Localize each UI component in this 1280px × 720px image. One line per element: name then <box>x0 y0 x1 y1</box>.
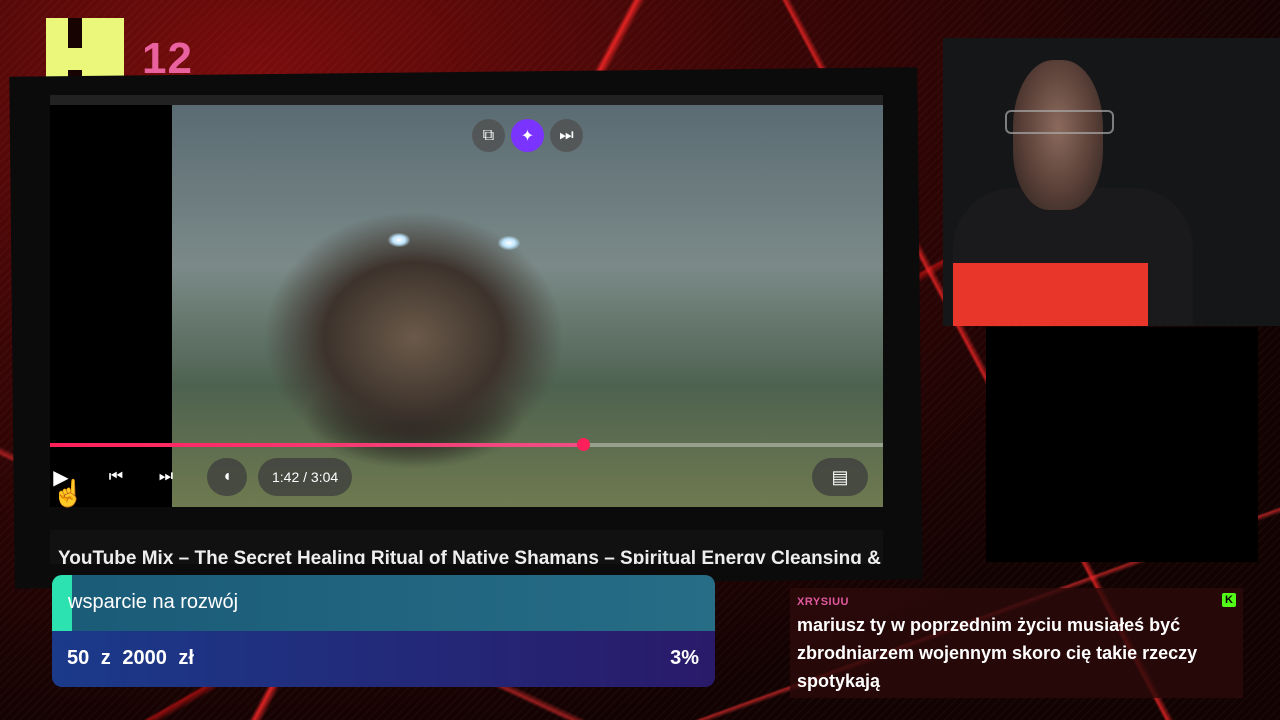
donation-percent: 3% <box>670 647 699 669</box>
hand-cursor-icon: ☝ <box>52 478 85 508</box>
video-progress-fill <box>50 443 584 447</box>
donation-footer: 50 z 2000 zł 3% <box>52 631 715 687</box>
black-panel <box>986 327 1258 562</box>
video-title[interactable]: YouTube Mix – The Secret Healing Ritual … <box>58 548 881 564</box>
subtitles-icon[interactable]: ▤ <box>812 458 868 496</box>
video-overlay-icons: ⧉ ✦ ⏭ <box>472 119 583 152</box>
sparkle-icon[interactable]: ✦ <box>511 119 544 152</box>
webcam-feed <box>943 38 1280 326</box>
chat-message-text: mariusz ty w poprzednim życiu musiałeś b… <box>797 615 1198 691</box>
miniplayer-icon[interactable]: ⧉ <box>472 119 505 152</box>
video-title-bar: YouTube Mix – The Secret Healing Ritual … <box>50 530 883 564</box>
chat-message: XRYSIUU K mariusz ty w poprzednim życiu … <box>790 588 1243 698</box>
streamer-head <box>1013 60 1103 210</box>
donation-header: wsparcie na rozwój <box>52 575 715 631</box>
wolf-eye-left <box>388 233 410 247</box>
donation-amount: 50 z 2000 zł <box>67 647 194 669</box>
kick-badge-icon: K <box>1222 593 1236 607</box>
player-topbar <box>50 95 883 105</box>
next-icon[interactable]: ⏭ <box>154 458 178 496</box>
video-progress-bar[interactable] <box>50 438 883 451</box>
donation-title: wsparcie na rozwój <box>68 591 239 613</box>
video-controls: ▶ ⏮ ⏭ ◖ 1:42 / 3:04 ▤ <box>50 455 883 499</box>
donation-goal-widget: wsparcie na rozwój 50 z 2000 zł 3% <box>52 575 715 687</box>
chat-username: XRYSIUU <box>797 596 849 608</box>
skip-icon[interactable]: ⏭ <box>550 119 583 152</box>
previous-icon[interactable]: ⏮ <box>105 458 127 496</box>
streamer-glasses <box>1005 110 1114 134</box>
volume-icon[interactable]: ◖ <box>207 458 247 496</box>
video-time: 1:42 / 3:04 <box>258 458 353 496</box>
streamer-jacket <box>953 263 1148 326</box>
wolf-eye-right <box>498 236 520 250</box>
